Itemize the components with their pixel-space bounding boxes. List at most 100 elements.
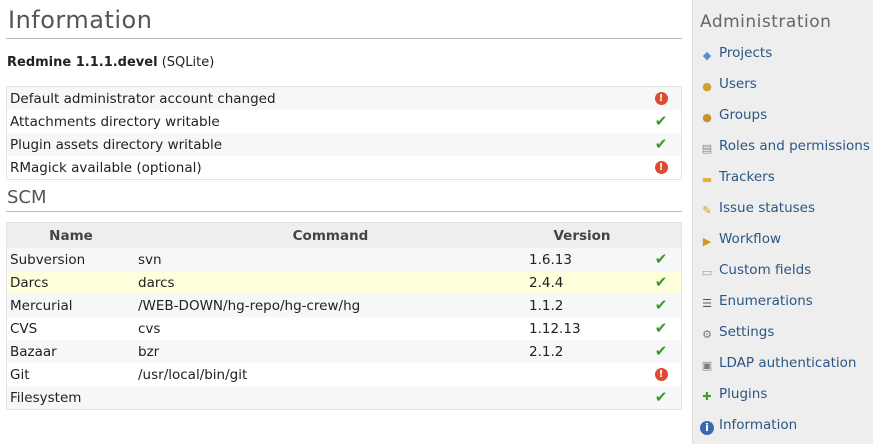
sidebar-item-projects[interactable]: ◆ Projects [700,38,873,69]
sidebar-menu: ◆ Projects ● Users ● Groups ▤ Roles and permiss… [693,38,873,441]
sidebar-item-enumerations[interactable]: ☰ Enumerations [700,286,873,317]
scm-header-version: Version [526,222,638,248]
check-row: Plugin assets directory writable ✔ [6,133,682,156]
plugin-icon: ✚ [702,390,712,403]
scm-command: /usr/local/bin/git [135,363,526,386]
scm-header-command: Command [135,222,526,248]
scm-command: darcs [135,271,526,294]
sidebar-item-label[interactable]: Trackers [719,169,775,185]
sidebar-item-label[interactable]: Settings [719,324,774,340]
checks-table: Default administrator account changed! At… [6,86,682,180]
scm-header-status [638,222,682,248]
sidebar-item-plugins[interactable]: ✚ Plugins [700,379,873,410]
database-type: (SQLite) [161,55,215,70]
check-label: Default administrator account changed [6,86,638,110]
scm-command: /WEB-DOWN/hg-repo/hg-crew/hg [135,294,526,317]
scm-status: ! [638,363,682,386]
scm-command: cvs [135,317,526,340]
check-icon: ✔ [654,249,668,268]
sidebar-item-custom-fields[interactable]: ▭ Custom fields [700,255,873,286]
sidebar-item-label[interactable]: LDAP authentication [719,355,857,371]
scm-version: 2.1.2 [526,340,638,363]
scm-status: ✔ [638,271,682,294]
sidebar-item-label[interactable]: Issue statuses [719,200,815,216]
scm-command: bzr [135,340,526,363]
exclamation-icon: ! [654,368,668,381]
gear-icon: ⚙ [702,328,712,341]
sidebar-item-workflow[interactable]: ▶ Workflow [700,224,873,255]
tracker-icon: ▬ [701,173,713,186]
check-status: ✔ [638,133,682,156]
sidebar-item-issue-statuses[interactable]: ✎ Issue statuses [700,193,873,224]
sidebar-item-roles-and-permissions[interactable]: ▤ Roles and permissions [700,131,873,162]
check-label: Plugin assets directory writable [6,133,638,156]
check-status: ✔ [638,110,682,133]
check-status: ! [638,86,682,110]
scm-name: Mercurial [6,294,135,317]
admin-sidebar: Administration ◆ Projects ● Users ● Groups ▤ Ro… [692,0,873,444]
exclamation-icon: ! [654,92,668,105]
user-icon: ● [702,80,712,93]
check-icon: ✔ [654,134,668,153]
sidebar-item-label[interactable]: Users [719,76,757,92]
check-icon: ✔ [654,318,668,337]
scm-name: Filesystem [6,386,135,410]
scm-row: Darcs darcs 2.4.4 ✔ [6,271,682,294]
scm-row: Filesystem ✔ [6,386,682,410]
projects-icon: ◆ [702,49,712,62]
check-label: RMagick available (optional) [6,156,638,180]
sidebar-item-information[interactable]: i Information [700,410,873,441]
check-icon: ✔ [654,387,668,406]
sidebar-item-users[interactable]: ● Users [700,69,873,100]
sidebar-item-trackers[interactable]: ▬ Trackers [700,162,873,193]
issue-status-icon: ✎ [702,204,712,217]
scm-version: 1.12.13 [526,317,638,340]
scm-name: Git [6,363,135,386]
sidebar-item-label[interactable]: Plugins [719,386,767,402]
exclamation-icon: ! [654,161,668,174]
scm-version [526,363,638,386]
sidebar-item-label[interactable]: Workflow [719,231,781,247]
scm-status: ✔ [638,386,682,410]
custom-fields-icon: ▭ [701,266,713,279]
sidebar-item-groups[interactable]: ● Groups [700,100,873,131]
scm-row: Git/usr/local/bin/git! [6,363,682,386]
check-row: RMagick available (optional)! [6,156,682,180]
list-icon: ☰ [702,297,712,310]
sidebar-item-label[interactable]: Enumerations [719,293,813,309]
scm-name: Subversion [6,248,135,271]
scm-row: Subversion svn 1.6.13 ✔ [6,248,682,271]
scm-status: ✔ [638,294,682,317]
scm-status: ✔ [638,248,682,271]
check-icon: ✔ [654,341,668,360]
check-icon: ✔ [654,295,668,314]
scm-command [135,386,526,410]
check-icon: ✔ [654,272,668,291]
sidebar-item-label[interactable]: Information [719,417,797,433]
roles-icon: ▤ [701,142,713,155]
main-content: Information Redmine 1.1.1.devel (SQLite)… [6,0,682,410]
scm-header-row: Name Command Version [6,222,682,248]
product-version: Redmine 1.1.1.devel [7,55,158,70]
sidebar-item-settings[interactable]: ⚙ Settings [700,317,873,348]
version-line: Redmine 1.1.1.devel (SQLite) [7,53,682,73]
scm-version: 1.6.13 [526,248,638,271]
sidebar-item-label[interactable]: Projects [719,45,772,61]
check-row: Default administrator account changed! [6,86,682,110]
scm-section-title: SCM [6,186,682,212]
sidebar-item-label[interactable]: Roles and permissions [719,138,870,154]
sidebar-item-label[interactable]: Custom fields [719,262,811,278]
check-icon: ✔ [654,111,668,130]
sidebar-item-ldap-authentication[interactable]: ▣ LDAP authentication [700,348,873,379]
scm-row: Bazaar bzr 2.1.2 ✔ [6,340,682,363]
page-title: Information [6,0,682,39]
check-row: Attachments directory writable ✔ [6,110,682,133]
group-icon: ● [702,111,712,124]
sidebar-item-label[interactable]: Groups [719,107,767,123]
scm-version [526,386,638,410]
scm-status: ✔ [638,317,682,340]
scm-header-name: Name [6,222,135,248]
scm-version: 2.4.4 [526,271,638,294]
scm-name: Bazaar [6,340,135,363]
sidebar-title: Administration [700,12,832,32]
